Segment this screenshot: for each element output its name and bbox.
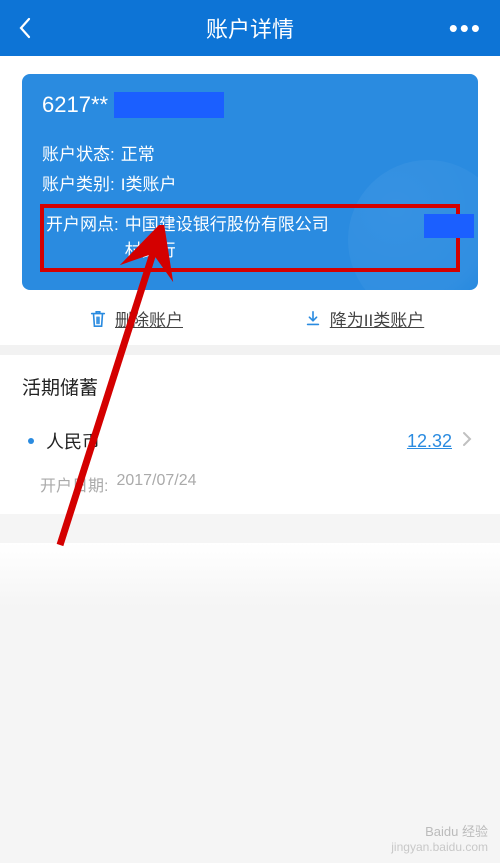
currency-amount: 12.32 xyxy=(407,431,452,452)
currency-name: 人民币 xyxy=(46,428,407,454)
bottom-blank xyxy=(0,543,500,863)
card-number-masked xyxy=(114,92,224,118)
account-status-value: 正常 xyxy=(121,140,458,170)
branch-label: 开户网点: xyxy=(46,212,119,238)
watermark: Baidu 经验 jingyan.baidu.com xyxy=(391,824,488,855)
account-card: 6217** 账户状态: 正常 账户类别: I类账户 开户网点: 中国建设银行股… xyxy=(22,74,478,290)
header-bar: 账户详情 ••• xyxy=(0,0,500,56)
savings-section: 活期储蓄 人民币 12.32 开户日期: 2017/07/24 xyxy=(0,355,500,514)
delete-account-button[interactable]: 删除账户 xyxy=(22,306,250,331)
account-status-label: 账户状态: xyxy=(42,140,115,170)
downgrade-account-button[interactable]: 降为II类账户 xyxy=(250,306,478,331)
downgrade-account-label: 降为II类账户 xyxy=(330,306,424,331)
bullet-icon xyxy=(28,438,34,444)
chevron-right-icon xyxy=(462,431,472,452)
account-type-label: 账户类别: xyxy=(42,170,115,200)
card-number: 6217** xyxy=(42,92,108,118)
watermark-brand: Baidu 经验 xyxy=(425,824,488,839)
download-icon xyxy=(304,309,322,329)
savings-title: 活期储蓄 xyxy=(22,373,478,400)
open-date-label: 开户日期: xyxy=(40,472,108,496)
section-divider xyxy=(0,345,500,355)
branch-mask xyxy=(424,214,474,238)
back-button[interactable] xyxy=(18,17,58,39)
more-button[interactable]: ••• xyxy=(442,13,482,44)
more-icon: ••• xyxy=(449,13,482,44)
branch-highlight-box: 开户网点: 中国建设银行股份有限公司 开户网点: 村支行 xyxy=(40,204,460,272)
trash-icon xyxy=(89,309,107,329)
open-date-value: 2017/07/24 xyxy=(116,472,196,496)
page-title: 账户详情 xyxy=(58,12,442,44)
delete-account-label: 删除账户 xyxy=(115,306,183,331)
currency-row[interactable]: 人民币 12.32 xyxy=(22,422,478,464)
account-type-value: I类账户 xyxy=(121,170,458,200)
branch-value-line2: 村支行 xyxy=(125,238,454,264)
chevron-left-icon xyxy=(18,17,32,39)
branch-value-line1: 中国建设银行股份有限公司 xyxy=(125,212,454,238)
watermark-url: jingyan.baidu.com xyxy=(391,840,488,854)
